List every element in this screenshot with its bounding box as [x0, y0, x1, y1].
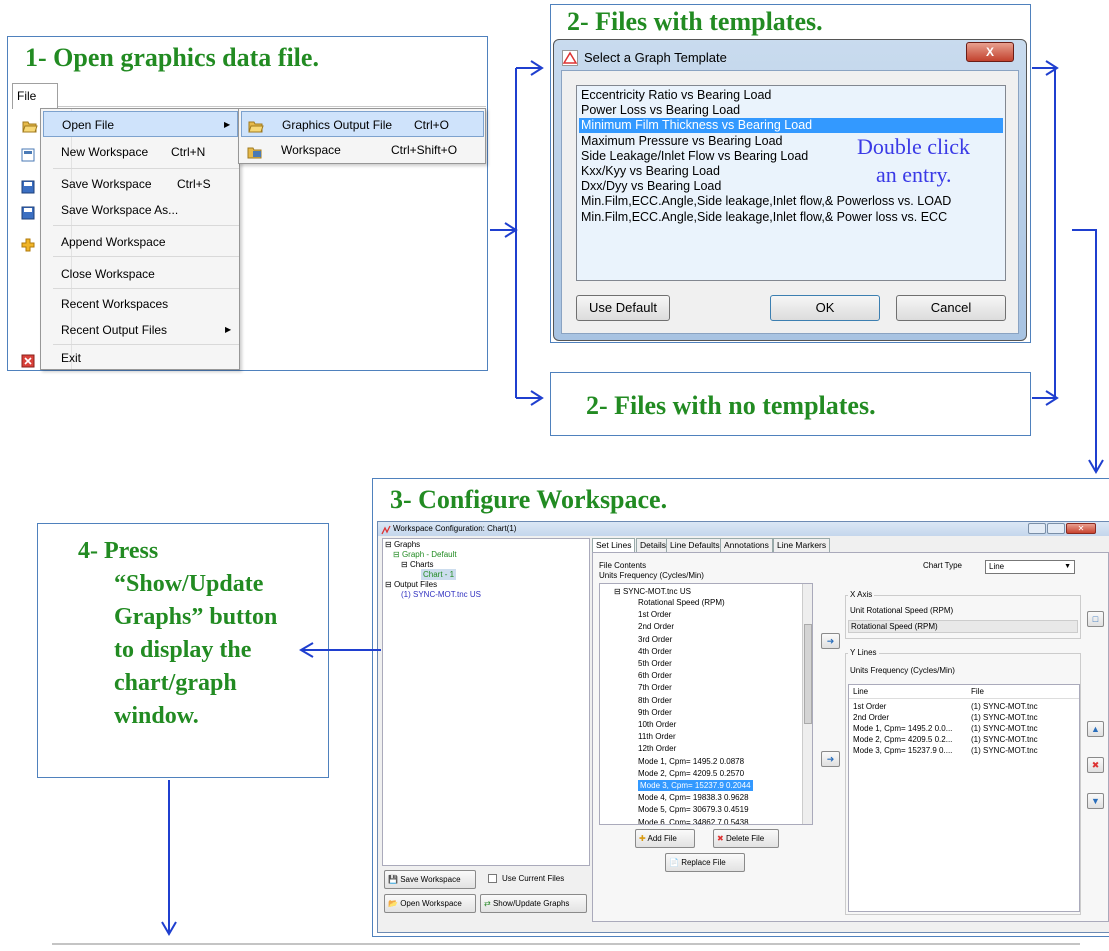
arrow-to-configure: [1072, 229, 1097, 470]
flow-arrows: [52, 60, 1104, 945]
